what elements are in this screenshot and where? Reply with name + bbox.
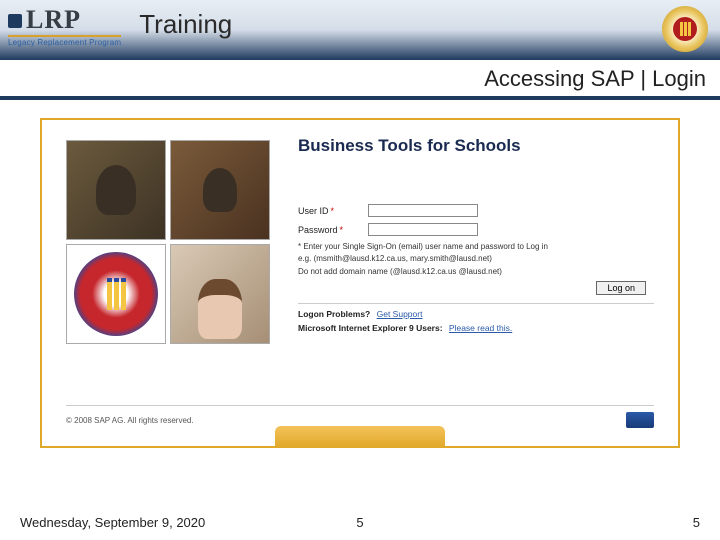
- slide-header: LRP Legacy Replacement Program Training: [0, 0, 720, 60]
- password-row: Password*: [298, 223, 654, 236]
- student-photo-2: [170, 140, 270, 240]
- district-seal-icon: [662, 6, 708, 52]
- get-support-link[interactable]: Get Support: [377, 309, 423, 319]
- lausd-seal-image: [66, 244, 166, 344]
- user-id-input[interactable]: [368, 204, 478, 217]
- lrp-bullet-icon: [8, 14, 22, 28]
- login-hint-3: Do not add domain name (@lausd.k12.ca.us…: [298, 267, 654, 277]
- sap-logo-icon: [626, 412, 654, 428]
- brand-subtitle: Legacy Replacement Program: [8, 35, 121, 47]
- student-photo-1: [66, 140, 166, 240]
- slide-page-center: 5: [356, 515, 363, 530]
- login-hint-2: e.g. (msmith@lausd.k12.ca.us, mary.smith…: [298, 254, 654, 264]
- user-id-row: User ID*: [298, 204, 654, 217]
- portal-title: Business Tools for Schools: [298, 136, 654, 156]
- slide-title: Training: [139, 9, 232, 40]
- slide-date: Wednesday, September 9, 2020: [20, 515, 205, 530]
- login-hint-1: * Enter your Single Sign-On (email) user…: [298, 242, 654, 252]
- password-label: Password*: [298, 225, 368, 235]
- ie9-label: Microsoft Internet Explorer 9 Users:: [298, 323, 443, 333]
- copyright-text: © 2008 SAP AG. All rights reserved.: [66, 416, 194, 425]
- login-portal-screenshot: Business Tools for Schools User ID* Pass…: [40, 118, 680, 448]
- slide-subtitle: Accessing SAP | Login: [0, 60, 720, 100]
- ie9-link[interactable]: Please read this.: [449, 323, 512, 333]
- portal-footer: © 2008 SAP AG. All rights reserved.: [66, 405, 654, 428]
- form-divider: [298, 303, 654, 304]
- lrp-logo-block: LRP Legacy Replacement Program: [8, 5, 121, 47]
- logon-problems-label: Logon Problems?: [298, 309, 370, 319]
- logon-button[interactable]: Log on: [596, 281, 646, 295]
- student-photo-3: [170, 244, 270, 344]
- user-id-label: User ID*: [298, 206, 368, 216]
- ie9-row: Microsoft Internet Explorer 9 Users: Ple…: [298, 323, 654, 333]
- orange-tab-icon: [275, 426, 445, 448]
- password-input[interactable]: [368, 223, 478, 236]
- brand-text: LRP: [26, 5, 81, 35]
- slide-page-right: 5: [693, 515, 700, 530]
- portal-image-grid: [66, 140, 270, 344]
- logon-problems-row: Logon Problems? Get Support: [298, 309, 654, 319]
